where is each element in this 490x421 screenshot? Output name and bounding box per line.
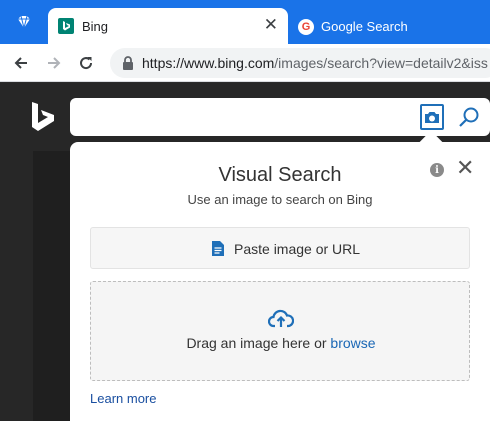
pinned-tab[interactable]: [0, 0, 48, 44]
bing-logo-icon[interactable]: [30, 101, 56, 133]
address-bar[interactable]: https://www.bing.com/images/search?view=…: [110, 48, 490, 78]
panel-title: Visual Search: [218, 164, 342, 186]
forward-button[interactable]: [42, 51, 66, 75]
bing-favicon-icon: [58, 18, 74, 34]
drop-instruction: Drag an image here or: [186, 335, 331, 351]
reload-button[interactable]: [74, 51, 98, 75]
search-box[interactable]: [70, 98, 490, 136]
close-icon[interactable]: ✕: [456, 157, 474, 179]
tab-close-icon[interactable]: ✕: [264, 16, 278, 34]
diamond-icon: [18, 15, 30, 29]
url-domain: https://www.bing.com: [142, 55, 275, 71]
camera-icon: [425, 112, 439, 123]
reload-icon: [80, 57, 93, 70]
paste-image-button[interactable]: Paste image or URL: [90, 227, 470, 269]
search-icon[interactable]: [458, 106, 480, 128]
forward-arrow-icon: [48, 57, 61, 69]
paste-label: Paste image or URL: [234, 241, 361, 257]
tab-bing[interactable]: Bing ✕: [48, 8, 288, 44]
visual-search-panel: Visual Search Use an image to search on …: [70, 142, 490, 421]
results-column: [33, 151, 73, 421]
drop-text: Drag an image here or browse: [91, 335, 471, 351]
document-icon: [212, 241, 224, 256]
tab-strip: Bing ✕ G Google Search: [0, 0, 490, 44]
panel-subtitle: Use an image to search on Bing: [187, 192, 373, 207]
back-arrow-icon: [14, 57, 27, 69]
back-button[interactable]: [9, 51, 33, 75]
url-path: /images/search?view=detailv2&iss: [274, 55, 488, 71]
tab-title: Google Search: [321, 19, 408, 34]
lock-icon: [123, 56, 133, 70]
image-drop-zone[interactable]: Drag an image here or browse: [90, 281, 470, 381]
tab-title: Bing: [82, 19, 109, 34]
url-text: https://www.bing.com/images/search?view=…: [142, 55, 488, 71]
tab-google-search[interactable]: G Google Search: [296, 8, 490, 44]
browse-link[interactable]: browse: [330, 335, 375, 351]
info-icon[interactable]: i: [430, 163, 444, 177]
visual-search-button[interactable]: [420, 104, 444, 130]
google-favicon-icon: G: [298, 19, 314, 35]
browser-toolbar: https://www.bing.com/images/search?view=…: [0, 44, 490, 82]
learn-more-link[interactable]: Learn more: [90, 391, 156, 406]
cloud-upload-icon: [268, 309, 294, 328]
